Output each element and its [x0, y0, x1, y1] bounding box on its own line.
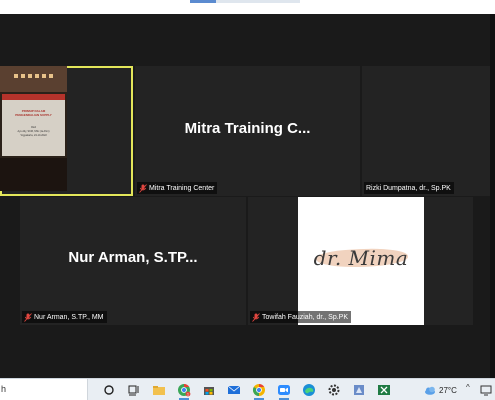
slide-page: PRINSIP DALAM PENGENDALIAN SUPPLY Oleh A…	[2, 94, 65, 156]
mic-muted-icon	[24, 312, 32, 322]
excel-icon[interactable]	[376, 382, 392, 398]
chrome-icon[interactable]: 1	[176, 382, 192, 400]
participant-label-text: Rizki Dumpatna, dr., Sp.PK	[366, 184, 451, 192]
tray-chevron-icon[interactable]: ^	[466, 383, 470, 392]
participant-name-large: Nur Arman, S.TP...	[68, 249, 198, 266]
file-explorer-icon[interactable]	[151, 382, 167, 398]
top-tab-hint	[190, 0, 300, 3]
mic-muted-icon	[252, 312, 260, 322]
participant-label: Nur Arman, S.TP., MM	[22, 311, 107, 323]
windows-taskbar: h 1 27°C ^	[0, 378, 495, 400]
mic-muted-icon	[139, 183, 147, 193]
slide-title-line2: PENGENDALIAN SUPPLY	[15, 113, 52, 117]
participant-tile-nur-arman[interactable]: Nur Arman, S.TP... Nur Arman, S.TP., MM	[20, 197, 246, 325]
edge-icon[interactable]	[301, 382, 317, 398]
slide-subtitle-line2: Ayu Aliy, SKM, MSc (Ia Ahm)	[17, 130, 50, 133]
participant-tile-towifah[interactable]: dr. Mima Towifah Fauziah, dr., Sp.PK	[248, 197, 473, 325]
participant-label-text: Towifah Fauziah, dr., Sp.PK	[262, 313, 348, 321]
meeting-gallery-view: PRINSIP DALAM PENGENDALIAN SUPPLY Oleh A…	[0, 14, 495, 378]
store-icon[interactable]	[201, 382, 217, 398]
chrome-notification-badge: 1	[187, 392, 189, 396]
right-edge-strip	[490, 14, 495, 378]
app-icon[interactable]	[351, 382, 367, 398]
chrome-icon[interactable]	[251, 382, 267, 400]
slide-app-toolbar	[0, 66, 67, 92]
participant-label: Towifah Fauziah, dr., Sp.PK	[250, 311, 351, 323]
participant-tile-presentation[interactable]: PRINSIP DALAM PENGENDALIAN SUPPLY Oleh A…	[0, 66, 133, 196]
participant-label: Mitra Training Center	[137, 182, 218, 194]
participant-tile-rizki[interactable]: Rizki Dumpatna, dr., Sp.PK	[362, 66, 495, 196]
slide-subtitle-line1: Oleh	[30, 126, 37, 129]
task-view-icon[interactable]	[126, 382, 142, 398]
cloud-icon	[425, 386, 435, 395]
participant-name-large: Mitra Training C...	[184, 120, 311, 137]
participant-label: Rizki Dumpatna, dr., Sp.PK	[364, 182, 454, 194]
window-top-bar	[0, 0, 495, 14]
settings-icon[interactable]	[326, 382, 342, 398]
mail-icon[interactable]	[226, 382, 242, 398]
network-icon[interactable]	[478, 382, 494, 398]
start-search-icon[interactable]	[101, 382, 117, 398]
video-logo-text: dr. Mima	[313, 246, 409, 270]
shared-slide-thumbnail: PRINSIP DALAM PENGENDALIAN SUPPLY Oleh A…	[0, 66, 67, 191]
weather-temperature: 27°C	[439, 385, 457, 395]
participant-label-text: Nur Arman, S.TP., MM	[34, 313, 104, 321]
participant-tile-mitra[interactable]: Mitra Training C... Mitra Training Cente…	[135, 66, 360, 196]
slide-subtitle-line3: Yogyakarta, 24-10-2022	[20, 134, 47, 137]
taskbar-search-box[interactable]: h	[0, 379, 88, 400]
weather-widget[interactable]: 27°C	[424, 383, 457, 397]
zoom-icon[interactable]	[276, 382, 292, 400]
participant-label-text: Mitra Training Center	[149, 184, 215, 192]
taskbar-search-text: h	[1, 384, 7, 394]
participant-video-feed: dr. Mima	[298, 197, 424, 325]
